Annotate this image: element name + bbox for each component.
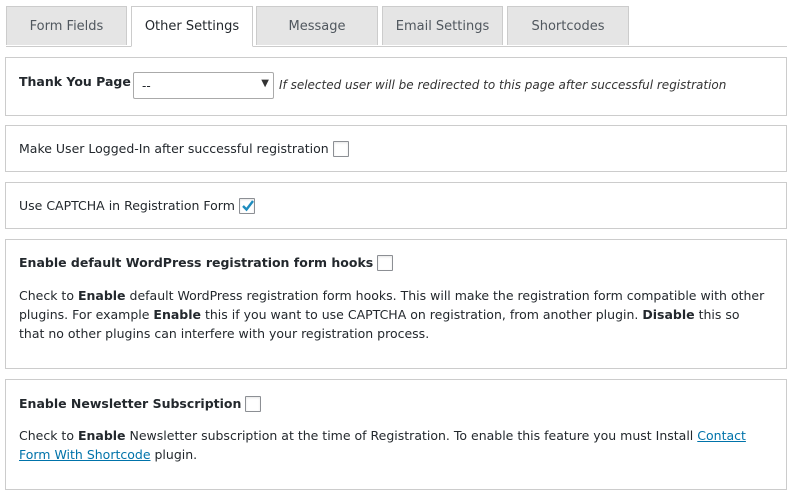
desc-text: Check to xyxy=(19,288,78,303)
desc-text: Newsletter subscription at the time of R… xyxy=(125,428,698,443)
hooks-label: Enable default WordPress registration fo… xyxy=(19,255,374,270)
logged-in-label: Make User Logged-In after successful reg… xyxy=(19,141,329,156)
newsletter-label: Enable Newsletter Subscription xyxy=(19,396,242,411)
hooks-panel: Enable default WordPress registration fo… xyxy=(5,239,787,369)
logged-in-checkbox[interactable] xyxy=(332,140,349,157)
tab-label: Message xyxy=(288,18,346,34)
newsletter-row: Enable Newsletter Subscription xyxy=(19,395,262,413)
tab-label: Email Settings xyxy=(395,18,490,34)
desc-text: plugin. xyxy=(150,447,198,462)
tab-label: Other Settings xyxy=(144,19,240,34)
select-value: -- xyxy=(142,78,151,93)
newsletter-panel: Enable Newsletter Subscription Check to … xyxy=(5,379,787,490)
tab-message[interactable]: Message xyxy=(256,6,378,45)
tab-label: Form Fields xyxy=(29,18,104,34)
captcha-row: Use CAPTCHA in Registration Form xyxy=(19,197,255,215)
thank-you-page-select[interactable]: -- ▼ xyxy=(133,72,274,99)
hooks-description: Check to Enable default WordPress regist… xyxy=(19,286,766,343)
desc-bold: Enable xyxy=(77,428,126,443)
desc-text: Check to xyxy=(19,428,78,443)
newsletter-checkbox[interactable] xyxy=(245,395,262,412)
desc-text: this if you want to use CAPTCHA on regis… xyxy=(201,307,643,322)
captcha-label: Use CAPTCHA in Registration Form xyxy=(19,198,235,213)
hooks-row: Enable default WordPress registration fo… xyxy=(19,254,394,272)
thank-you-page-label: Thank You Page xyxy=(19,74,131,89)
settings-tabs: Form Fields Other Settings Message Email… xyxy=(6,6,787,47)
tab-label: Shortcodes xyxy=(531,18,605,34)
tab-email-settings[interactable]: Email Settings xyxy=(382,6,503,45)
thank-you-page-panel: Thank You Page -- ▼ If selected user wil… xyxy=(5,57,787,116)
thank-you-page-hint: If selected user will be redirected to t… xyxy=(279,78,727,92)
desc-bold: Enable xyxy=(153,307,201,322)
captcha-checkbox[interactable] xyxy=(238,197,255,214)
desc-bold: Disable xyxy=(642,307,695,322)
checkmark-icon xyxy=(242,199,254,211)
hooks-checkbox[interactable] xyxy=(377,254,394,271)
tab-shortcodes[interactable]: Shortcodes xyxy=(507,6,629,45)
captcha-panel: Use CAPTCHA in Registration Form xyxy=(5,182,787,229)
logged-in-panel: Make User Logged-In after successful reg… xyxy=(5,125,787,172)
caret-down-icon: ▼ xyxy=(261,78,269,89)
tab-other-settings[interactable]: Other Settings xyxy=(131,6,253,47)
desc-bold: Enable xyxy=(77,288,126,303)
newsletter-description: Check to Enable Newsletter subscription … xyxy=(19,426,766,464)
logged-in-row: Make User Logged-In after successful reg… xyxy=(19,140,349,158)
tab-form-fields[interactable]: Form Fields xyxy=(6,6,127,45)
